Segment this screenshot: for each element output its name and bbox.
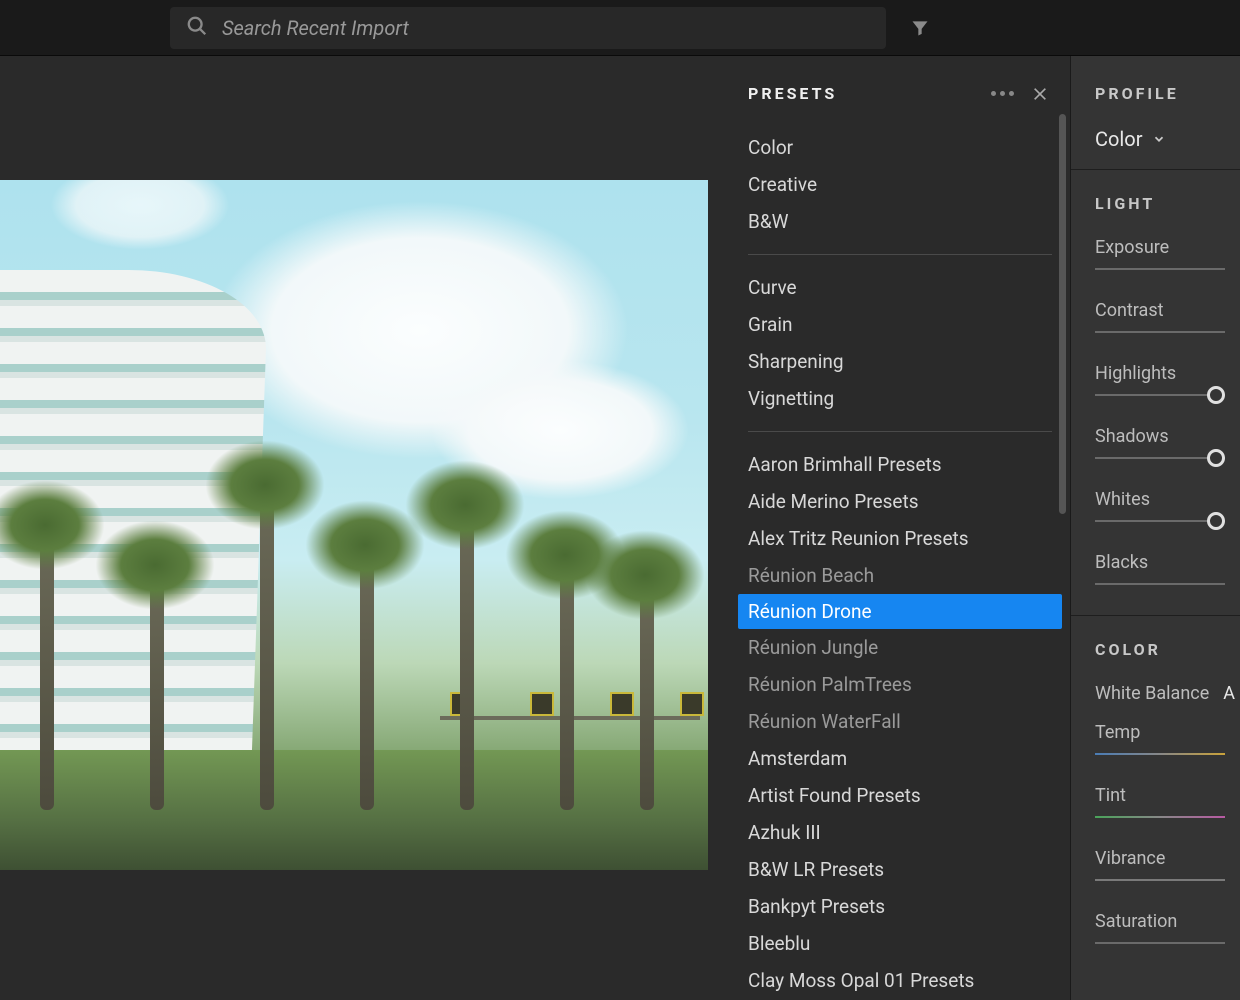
more-icon[interactable] bbox=[991, 91, 1014, 96]
preset-item[interactable]: Réunion Beach bbox=[748, 557, 1052, 594]
preset-item[interactable]: Color bbox=[748, 129, 1052, 166]
slider-label: Exposure bbox=[1095, 237, 1240, 258]
slider-label: Contrast bbox=[1095, 300, 1240, 321]
slider-whites[interactable]: Whites bbox=[1095, 489, 1240, 522]
slider-saturation[interactable]: Saturation bbox=[1095, 911, 1240, 944]
preset-item[interactable]: Artist Found Presets bbox=[748, 777, 1052, 814]
slider-label: Highlights bbox=[1095, 363, 1240, 384]
preset-item[interactable]: Bankpyt Presets bbox=[748, 888, 1052, 925]
slider-label: Vibrance bbox=[1095, 848, 1240, 869]
white-balance-label: White Balance bbox=[1095, 683, 1209, 704]
preset-item[interactable]: Bleeblu bbox=[748, 925, 1052, 962]
preset-item[interactable]: Creative bbox=[748, 166, 1052, 203]
preset-item[interactable]: Réunion WaterFall bbox=[748, 703, 1052, 740]
preset-item[interactable]: Aaron Brimhall Presets bbox=[748, 446, 1052, 483]
slider-track[interactable] bbox=[1095, 520, 1225, 522]
slider-label: Saturation bbox=[1095, 911, 1240, 932]
slider-label: Whites bbox=[1095, 489, 1240, 510]
slider-blacks[interactable]: Blacks bbox=[1095, 552, 1240, 585]
preset-item[interactable]: Aide Merino Presets bbox=[748, 483, 1052, 520]
presets-title: PRESETS bbox=[748, 84, 837, 103]
divider bbox=[1071, 169, 1240, 170]
filter-icon[interactable] bbox=[910, 18, 930, 38]
divider bbox=[748, 254, 1052, 255]
topbar bbox=[0, 0, 1240, 56]
slider-vibrance[interactable]: Vibrance bbox=[1095, 848, 1240, 881]
preset-item[interactable]: Curve bbox=[748, 269, 1052, 306]
chevron-down-icon bbox=[1152, 127, 1166, 151]
search-input[interactable] bbox=[222, 16, 870, 40]
slider-thumb[interactable] bbox=[1207, 386, 1225, 404]
slider-track[interactable] bbox=[1095, 753, 1225, 755]
slider-track[interactable] bbox=[1095, 457, 1225, 459]
slider-tint[interactable]: Tint bbox=[1095, 785, 1240, 818]
image-viewer[interactable] bbox=[0, 56, 708, 1000]
preset-item[interactable]: B&W bbox=[748, 203, 1052, 240]
slider-track[interactable] bbox=[1095, 942, 1225, 944]
slider-highlights[interactable]: Highlights bbox=[1095, 363, 1240, 396]
search-icon bbox=[186, 15, 222, 41]
slider-label: Temp bbox=[1095, 722, 1240, 743]
divider bbox=[748, 431, 1052, 432]
preset-item[interactable]: Vignetting bbox=[748, 380, 1052, 417]
preset-item[interactable]: B&W LR Presets bbox=[748, 851, 1052, 888]
slider-track[interactable] bbox=[1095, 583, 1225, 585]
preset-item[interactable]: Alex Tritz Reunion Presets bbox=[748, 520, 1052, 557]
preset-item[interactable]: Grain bbox=[748, 306, 1052, 343]
slider-label: Shadows bbox=[1095, 426, 1240, 447]
preset-item[interactable]: Réunion PalmTrees bbox=[748, 666, 1052, 703]
preset-item[interactable]: Amsterdam bbox=[748, 740, 1052, 777]
slider-exposure[interactable]: Exposure bbox=[1095, 237, 1240, 270]
search-field[interactable] bbox=[170, 7, 886, 49]
white-balance-value: A bbox=[1223, 683, 1235, 704]
preset-item[interactable]: Réunion Drone bbox=[738, 594, 1062, 629]
slider-contrast[interactable]: Contrast bbox=[1095, 300, 1240, 333]
slider-track[interactable] bbox=[1095, 331, 1225, 333]
slider-temp[interactable]: Temp bbox=[1095, 722, 1240, 755]
profile-value: Color bbox=[1095, 127, 1142, 151]
edit-panel: PROFILE Color LIGHT Exposure Contrast High… bbox=[1070, 56, 1240, 1000]
slider-track[interactable] bbox=[1095, 394, 1225, 396]
preset-item[interactable]: Réunion Jungle bbox=[748, 629, 1052, 666]
close-icon[interactable] bbox=[1032, 86, 1048, 102]
slider-thumb[interactable] bbox=[1207, 512, 1225, 530]
presets-panel: PRESETS ColorCreativeB&W CurveGrainSharpe… bbox=[708, 56, 1070, 1000]
preview-photo bbox=[0, 180, 708, 870]
scrollbar[interactable] bbox=[1059, 114, 1066, 514]
color-section-title: COLOR bbox=[1095, 640, 1240, 659]
profile-dropdown[interactable]: Color bbox=[1095, 127, 1240, 151]
divider bbox=[1071, 615, 1240, 616]
profile-section-title: PROFILE bbox=[1095, 84, 1240, 103]
slider-label: Blacks bbox=[1095, 552, 1240, 573]
slider-thumb[interactable] bbox=[1207, 449, 1225, 467]
slider-shadows[interactable]: Shadows bbox=[1095, 426, 1240, 459]
light-section-title: LIGHT bbox=[1095, 194, 1240, 213]
preset-item[interactable]: Sharpening bbox=[748, 343, 1052, 380]
slider-track[interactable] bbox=[1095, 268, 1225, 270]
slider-track[interactable] bbox=[1095, 816, 1225, 818]
slider-track[interactable] bbox=[1095, 879, 1225, 881]
slider-label: Tint bbox=[1095, 785, 1240, 806]
preset-item[interactable]: Azhuk III bbox=[748, 814, 1052, 851]
preset-item[interactable]: Clay Moss Opal 01 Presets bbox=[748, 962, 1052, 999]
